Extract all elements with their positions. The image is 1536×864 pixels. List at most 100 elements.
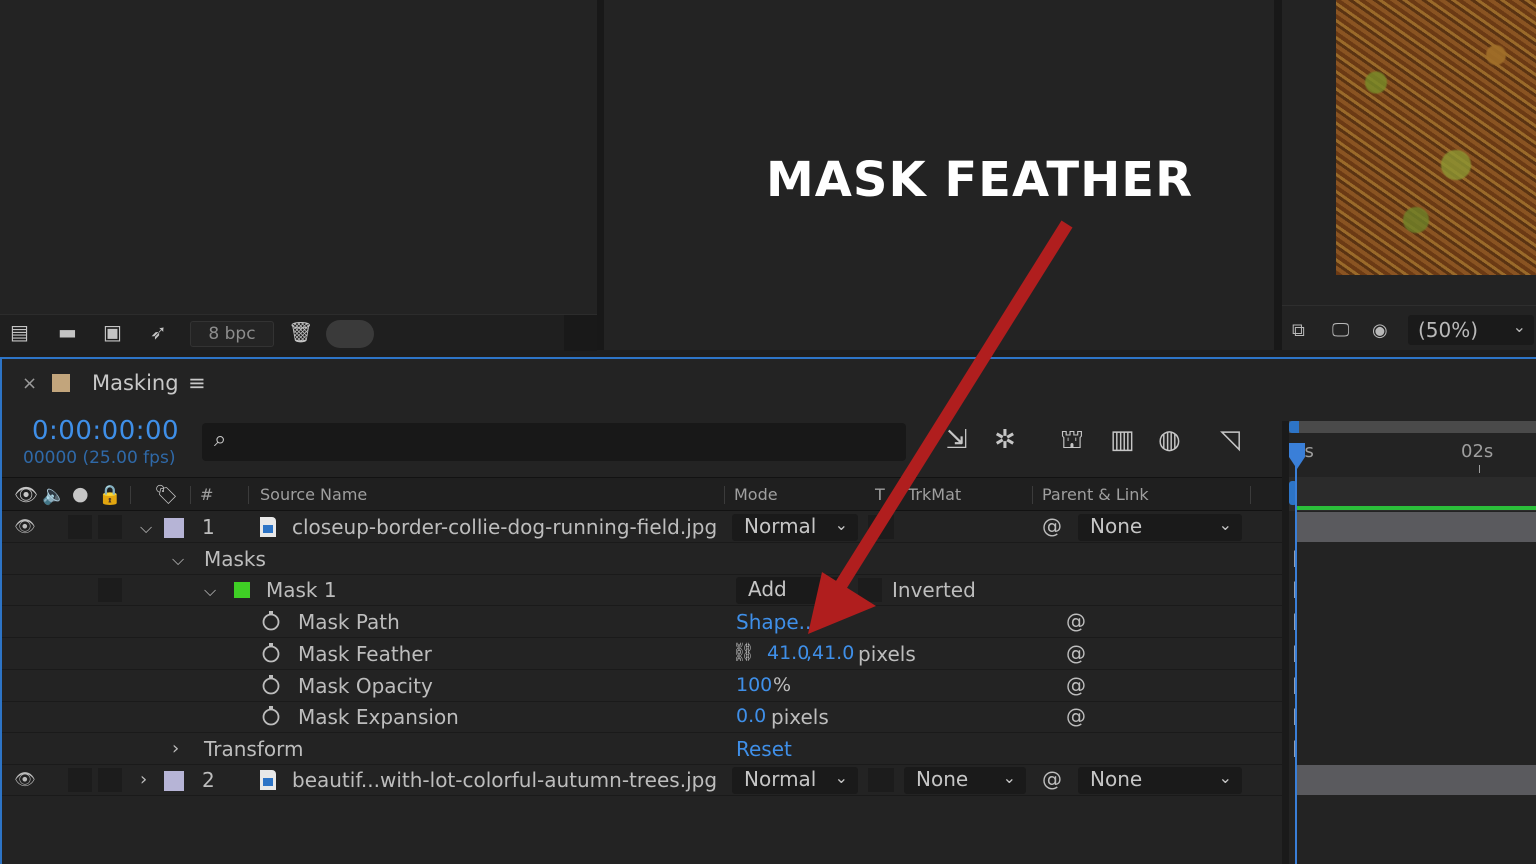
feather-x-value[interactable]: 41.0: [767, 642, 809, 664]
layer-name[interactable]: closeup-border-collie-dog-running-field.…: [292, 515, 717, 539]
layer-row[interactable]: 👁 ⌵ 1 closeup-border-collie-dog-running-…: [2, 512, 1282, 543]
mask-lock-toggle[interactable]: [98, 578, 122, 602]
stopwatch-icon[interactable]: [262, 611, 280, 631]
layer-row[interactable]: 👁 › 2 beautif...with-lot-colorful-autumn…: [2, 765, 1282, 796]
constrain-link-icon[interactable]: ⛓: [732, 642, 755, 663]
mask-opacity-row[interactable]: Mask Opacity 100 % @: [2, 671, 1282, 702]
layer-search-input[interactable]: ⌕: [202, 423, 906, 461]
col-hash[interactable]: #: [200, 485, 213, 504]
bpc-button[interactable]: 8 bpc: [190, 321, 274, 347]
chevron-down-icon[interactable]: ⌵: [140, 518, 152, 538]
motion-blur-icon[interactable]: ◍: [1158, 425, 1181, 455]
expansion-value[interactable]: 0.0: [736, 705, 766, 727]
layer-duration-bar[interactable]: [1297, 765, 1536, 795]
panel-divider[interactable]: [597, 0, 604, 350]
col-t[interactable]: T: [875, 485, 885, 504]
audio-toggle[interactable]: [68, 768, 92, 792]
shy-layers-icon[interactable]: ⛫: [1060, 425, 1084, 459]
new-composition-icon[interactable]: ▣: [103, 320, 122, 344]
trash-icon[interactable]: 🗑: [288, 320, 313, 344]
layer-label-swatch[interactable]: [164, 771, 184, 791]
lock-icon[interactable]: 🔒: [98, 483, 122, 506]
transform-row[interactable]: › Transform Reset: [2, 734, 1282, 765]
timeline-splitter[interactable]: [1282, 421, 1289, 864]
render-icon[interactable]: ➶: [150, 320, 167, 344]
layer-track[interactable]: [1289, 512, 1536, 543]
pick-whip-icon[interactable]: @: [1066, 609, 1086, 633]
col-trkmat[interactable]: TrkMat: [908, 485, 961, 504]
panel-divider[interactable]: [1274, 0, 1282, 350]
panel-menu-icon[interactable]: ≡: [188, 371, 206, 395]
parent-select[interactable]: None ⌄: [1078, 767, 1242, 794]
mask-path-row[interactable]: Mask Path Shape... @: [2, 607, 1282, 638]
pick-whip-icon[interactable]: @: [1042, 514, 1062, 538]
parent-select[interactable]: None ⌄: [1078, 514, 1242, 541]
mask-feather-row[interactable]: Mask Feather ⛓ 41.0 , 41.0 pixels @: [2, 639, 1282, 670]
layer-name[interactable]: beautif...with-lot-colorful-autumn-trees…: [292, 768, 717, 792]
opacity-value[interactable]: 100: [736, 674, 772, 696]
audio-toggle[interactable]: [68, 515, 92, 539]
label-tag-icon[interactable]: 🏷: [154, 483, 178, 506]
chevron-right-icon[interactable]: ›: [172, 738, 179, 759]
solo-toggle[interactable]: [98, 515, 122, 539]
feather-y-value[interactable]: 41.0: [812, 642, 854, 664]
stopwatch-icon[interactable]: [262, 706, 280, 726]
inverted-label: Inverted: [892, 578, 976, 602]
solo-toggle[interactable]: [98, 768, 122, 792]
stopwatch-icon[interactable]: [262, 675, 280, 695]
visibility-eye-icon[interactable]: 👁: [14, 517, 36, 537]
mask-row[interactable]: ⌵ Mask 1 Add ⌄ Inverted: [2, 575, 1282, 606]
col-parent[interactable]: Parent & Link: [1042, 485, 1149, 504]
close-icon[interactable]: ×: [22, 373, 37, 394]
stopwatch-icon[interactable]: [262, 643, 280, 663]
playhead-line[interactable]: [1295, 457, 1297, 864]
column-separator: [248, 486, 249, 504]
layer-duration-bar[interactable]: [1297, 512, 1536, 542]
mask-visibility-icon[interactable]: ◉: [1372, 320, 1388, 341]
visibility-eye-icon[interactable]: 👁: [14, 770, 36, 790]
new-folder-icon[interactable]: ▬: [58, 320, 77, 344]
work-area-bar[interactable]: [1289, 421, 1536, 433]
frame-blending-icon[interactable]: ▥: [1110, 425, 1135, 455]
mode-select[interactable]: Normal ⌄: [732, 767, 858, 794]
current-time[interactable]: 0:00:00:00: [32, 416, 179, 446]
mode-select[interactable]: Normal ⌄: [732, 514, 858, 541]
chevron-down-icon[interactable]: ⌵: [204, 581, 216, 601]
work-area-start[interactable]: [1289, 421, 1299, 433]
col-mode[interactable]: Mode: [734, 485, 778, 504]
monitor-icon[interactable]: 🖵: [1332, 320, 1349, 341]
always-preview-icon[interactable]: ⧉: [1292, 320, 1305, 341]
graph-editor-icon[interactable]: ◹: [1220, 425, 1240, 455]
pick-whip-icon[interactable]: @: [1066, 704, 1086, 728]
preserve-transparency-toggle[interactable]: [868, 515, 894, 539]
layer-track[interactable]: [1289, 765, 1536, 796]
pick-whip-icon[interactable]: @: [1042, 767, 1062, 791]
mask-expansion-row[interactable]: Mask Expansion 0.0 pixels @: [2, 702, 1282, 733]
pick-whip-icon[interactable]: @: [1066, 641, 1086, 665]
reset-link[interactable]: Reset: [736, 737, 792, 761]
solo-icon[interactable]: ●: [72, 483, 89, 505]
mask-mode-select[interactable]: Add ⌄: [736, 577, 842, 604]
mask-path-value[interactable]: Shape...: [736, 610, 818, 634]
toggle-pill[interactable]: [326, 320, 374, 348]
layer-label-swatch[interactable]: [164, 518, 184, 538]
masks-group-row[interactable]: ⌵ Masks: [2, 544, 1282, 575]
draft-3d-icon[interactable]: ✲: [994, 425, 1016, 455]
chevron-right-icon[interactable]: ›: [140, 769, 147, 790]
pick-whip-icon[interactable]: @: [1066, 673, 1086, 697]
chevron-down-icon[interactable]: ⌵: [172, 550, 184, 570]
mask-name[interactable]: Mask 1: [266, 578, 337, 602]
time-ruler[interactable]: 0s 02s: [1289, 421, 1536, 473]
inverted-checkbox[interactable]: [858, 578, 882, 602]
trkmat-select[interactable]: None ⌄: [904, 767, 1026, 794]
tab-masking[interactable]: Masking: [92, 371, 179, 395]
mask-color-swatch[interactable]: [234, 582, 250, 598]
comp-flowchart-icon[interactable]: ⇲: [946, 425, 968, 455]
zoom-select[interactable]: (50%) ⌄: [1408, 315, 1534, 345]
preserve-transparency-toggle[interactable]: [868, 768, 894, 792]
video-eye-icon[interactable]: 👁: [14, 483, 38, 506]
audio-icon[interactable]: 🔈: [42, 483, 66, 506]
col-source-name[interactable]: Source Name: [260, 485, 367, 504]
interpret-footage-icon[interactable]: ▤: [10, 320, 29, 344]
playhead-handle[interactable]: [1287, 441, 1307, 471]
